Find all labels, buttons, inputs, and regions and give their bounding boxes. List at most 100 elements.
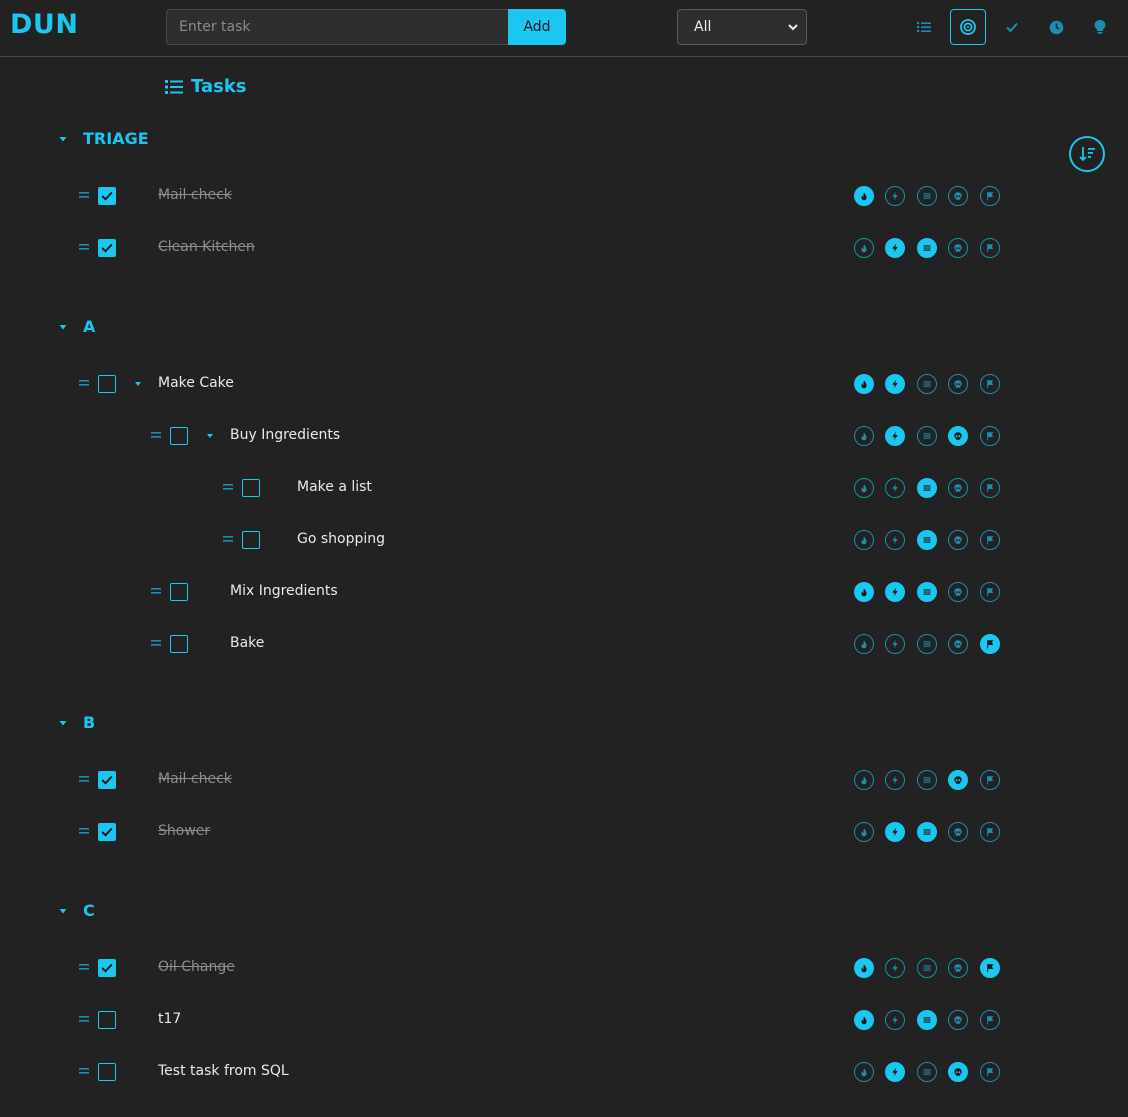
filter-select[interactable]: All (677, 9, 807, 45)
task-input[interactable] (166, 9, 508, 45)
task-checkbox[interactable] (98, 959, 116, 977)
tag-toggle-bolt[interactable] (885, 530, 905, 550)
task-title[interactable]: Buy Ingredients (230, 427, 340, 443)
tag-toggle-bolt[interactable] (885, 1010, 905, 1030)
tag-toggle-bolt[interactable] (885, 582, 905, 602)
task-checkbox[interactable] (98, 239, 116, 257)
group-header[interactable]: A (58, 317, 95, 336)
task-title[interactable]: Mix Ingredients (230, 583, 338, 599)
tag-toggle-skull[interactable] (948, 582, 968, 602)
nav-ideas-button[interactable] (1082, 9, 1118, 45)
tag-toggle-skull[interactable] (948, 770, 968, 790)
expand-caret-icon[interactable] (206, 432, 214, 440)
tag-toggle-flag[interactable] (980, 958, 1000, 978)
tag-toggle-flag[interactable] (980, 530, 1000, 550)
tag-toggle-flag[interactable] (980, 770, 1000, 790)
tag-toggle-bolt[interactable] (885, 186, 905, 206)
tag-toggle-skull[interactable] (948, 478, 968, 498)
tag-toggle-fire[interactable] (854, 582, 874, 602)
tag-toggle-bolt[interactable] (885, 374, 905, 394)
add-button[interactable]: Add (508, 9, 566, 45)
drag-handle-icon[interactable] (78, 377, 90, 389)
tag-toggle-bolt[interactable] (885, 238, 905, 258)
task-checkbox[interactable] (170, 583, 188, 601)
task-checkbox[interactable] (98, 187, 116, 205)
task-checkbox[interactable] (98, 1063, 116, 1081)
tag-toggle-bolt[interactable] (885, 426, 905, 446)
tag-toggle-flag[interactable] (980, 478, 1000, 498)
nav-done-button[interactable] (994, 9, 1030, 45)
tag-toggle-flag[interactable] (980, 426, 1000, 446)
drag-handle-icon[interactable] (78, 189, 90, 201)
drag-handle-icon[interactable] (78, 1013, 90, 1025)
task-title[interactable]: Make Cake (158, 375, 234, 391)
tag-toggle-skull[interactable] (948, 958, 968, 978)
task-checkbox[interactable] (170, 635, 188, 653)
drag-handle-icon[interactable] (78, 825, 90, 837)
tag-toggle-skull[interactable] (948, 1010, 968, 1030)
tag-toggle-flag[interactable] (980, 634, 1000, 654)
tag-toggle-skull[interactable] (948, 426, 968, 446)
task-checkbox[interactable] (242, 479, 260, 497)
task-title[interactable]: Oil Change (158, 959, 235, 975)
group-header[interactable]: B (58, 713, 95, 732)
nav-target-button[interactable] (950, 9, 986, 45)
tag-toggle-lines[interactable] (917, 186, 937, 206)
tag-toggle-fire[interactable] (854, 186, 874, 206)
tag-toggle-lines[interactable] (917, 822, 937, 842)
task-title[interactable]: Clean Kitchen (158, 239, 255, 255)
drag-handle-icon[interactable] (78, 1065, 90, 1077)
tag-toggle-flag[interactable] (980, 238, 1000, 258)
task-checkbox[interactable] (170, 427, 188, 445)
drag-handle-icon[interactable] (222, 481, 234, 493)
tag-toggle-lines[interactable] (917, 1062, 937, 1082)
drag-handle-icon[interactable] (150, 585, 162, 597)
tag-toggle-fire[interactable] (854, 634, 874, 654)
task-title[interactable]: Shower (158, 823, 210, 839)
task-title[interactable]: Mail check (158, 187, 232, 203)
tag-toggle-flag[interactable] (980, 374, 1000, 394)
tag-toggle-lines[interactable] (917, 770, 937, 790)
nav-list-button[interactable] (906, 9, 942, 45)
tag-toggle-lines[interactable] (917, 634, 937, 654)
tag-toggle-fire[interactable] (854, 958, 874, 978)
tag-toggle-bolt[interactable] (885, 478, 905, 498)
tag-toggle-lines[interactable] (917, 530, 937, 550)
tag-toggle-bolt[interactable] (885, 770, 905, 790)
tag-toggle-fire[interactable] (854, 426, 874, 446)
drag-handle-icon[interactable] (78, 961, 90, 973)
tag-toggle-bolt[interactable] (885, 958, 905, 978)
drag-handle-icon[interactable] (150, 637, 162, 649)
task-checkbox[interactable] (98, 771, 116, 789)
tag-toggle-fire[interactable] (854, 822, 874, 842)
tag-toggle-fire[interactable] (854, 770, 874, 790)
tag-toggle-flag[interactable] (980, 1010, 1000, 1030)
expand-caret-icon[interactable] (134, 380, 142, 388)
tag-toggle-fire[interactable] (854, 1062, 874, 1082)
tag-toggle-flag[interactable] (980, 822, 1000, 842)
tag-toggle-lines[interactable] (917, 1010, 937, 1030)
drag-handle-icon[interactable] (150, 429, 162, 441)
group-header[interactable]: TRIAGE (58, 129, 149, 148)
tag-toggle-skull[interactable] (948, 186, 968, 206)
task-checkbox[interactable] (98, 375, 116, 393)
tag-toggle-flag[interactable] (980, 186, 1000, 206)
tag-toggle-skull[interactable] (948, 1062, 968, 1082)
task-checkbox[interactable] (98, 1011, 116, 1029)
tag-toggle-fire[interactable] (854, 478, 874, 498)
tag-toggle-lines[interactable] (917, 374, 937, 394)
tag-toggle-flag[interactable] (980, 1062, 1000, 1082)
tag-toggle-fire[interactable] (854, 530, 874, 550)
tag-toggle-fire[interactable] (854, 1010, 874, 1030)
tag-toggle-lines[interactable] (917, 478, 937, 498)
tag-toggle-skull[interactable] (948, 634, 968, 654)
tag-toggle-lines[interactable] (917, 958, 937, 978)
nav-history-button[interactable] (1038, 9, 1074, 45)
tag-toggle-skull[interactable] (948, 822, 968, 842)
group-header[interactable]: C (58, 901, 95, 920)
tag-toggle-skull[interactable] (948, 530, 968, 550)
tag-toggle-bolt[interactable] (885, 634, 905, 654)
drag-handle-icon[interactable] (222, 533, 234, 545)
task-title[interactable]: Test task from SQL (158, 1063, 289, 1079)
task-title[interactable]: t17 (158, 1011, 181, 1027)
